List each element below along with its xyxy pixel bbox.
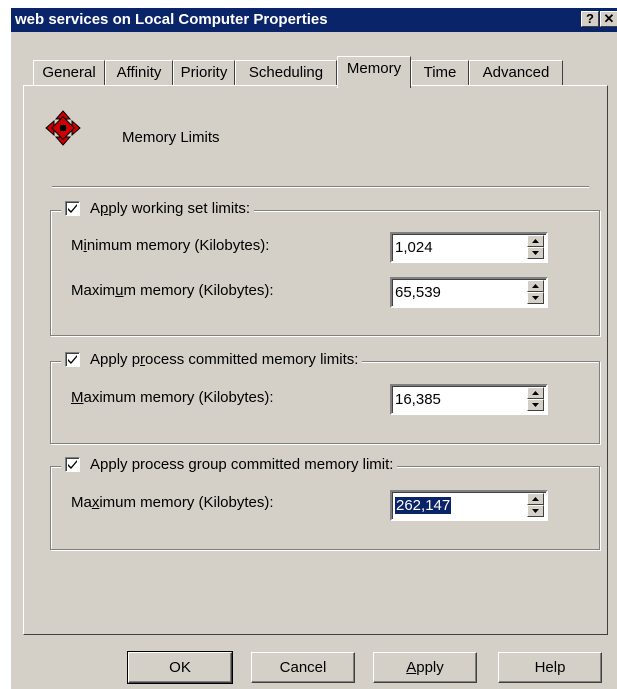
min-memory-value[interactable]: 1,024 [395, 239, 433, 256]
tab-time[interactable]: Time [411, 60, 469, 86]
tab-general[interactable]: General [33, 60, 105, 86]
memory-tab-panel: Memory Limits Apply working set limits: … [23, 85, 608, 635]
min-memory-spinbox[interactable]: 1,024 [390, 232, 548, 263]
help-dialog-button[interactable]: Help [498, 652, 602, 683]
window-title: web services on Local Computer Propertie… [15, 11, 328, 28]
group-max-memory-spinbox[interactable]: 262,147 [390, 490, 548, 521]
tab-scheduling[interactable]: Scheduling [235, 60, 337, 86]
tab-priority[interactable]: Priority [173, 60, 235, 86]
min-memory-spinner[interactable] [527, 235, 544, 260]
max-memory-value[interactable]: 65,539 [395, 284, 441, 301]
process-committed-legend: Apply process committed memory limits: [61, 351, 363, 368]
apply-button[interactable]: Apply [373, 652, 477, 683]
spin-up-arrow[interactable] [527, 235, 544, 247]
group-committed-group: Apply process group committed memory lim… [50, 456, 600, 550]
working-set-label[interactable]: Apply working set limits: [90, 200, 250, 217]
process-committed-checkbox[interactable] [65, 352, 80, 367]
max-memory-spinbox[interactable]: 65,539 [390, 277, 548, 308]
group-committed-label[interactable]: Apply process group committed memory lim… [90, 456, 393, 473]
spin-down-arrow[interactable] [527, 505, 544, 517]
close-button[interactable]: ✕ [600, 11, 617, 27]
spin-down-arrow[interactable] [527, 292, 544, 304]
spin-down-arrow[interactable] [527, 247, 544, 259]
max-memory-label: Maximum memory (Kilobytes): [71, 282, 274, 299]
process-committed-group: Apply process committed memory limits: M… [50, 351, 600, 444]
max-memory-spinner[interactable] [527, 280, 544, 305]
process-max-memory-spinner[interactable] [527, 387, 544, 412]
memory-limits-icon [45, 110, 81, 146]
group-max-memory-value[interactable]: 262,147 [395, 497, 452, 514]
spin-down-arrow[interactable] [527, 399, 544, 411]
group-committed-legend: Apply process group committed memory lim… [61, 456, 398, 473]
tab-advanced[interactable]: Advanced [469, 60, 563, 86]
tab-memory[interactable]: Memory [337, 56, 411, 88]
help-button[interactable]: ? [581, 11, 599, 27]
cancel-button[interactable]: Cancel [251, 652, 355, 683]
process-max-memory-spinbox[interactable]: 16,385 [390, 384, 548, 415]
memory-limits-title: Memory Limits [122, 129, 220, 146]
group-max-memory-spinner[interactable] [527, 493, 544, 518]
properties-dialog: web services on Local Computer Propertie… [10, 8, 617, 689]
header-separator [52, 186, 589, 188]
ok-button[interactable]: OK [127, 651, 233, 684]
group-committed-checkbox[interactable] [65, 457, 80, 472]
process-max-memory-label: Maximum memory (Kilobytes): [71, 389, 274, 406]
working-set-legend: Apply working set limits: [61, 200, 255, 217]
process-committed-label[interactable]: Apply process committed memory limits: [90, 351, 358, 368]
min-memory-label: Minimum memory (Kilobytes): [71, 237, 270, 254]
process-max-memory-value[interactable]: 16,385 [395, 391, 441, 408]
tab-affinity[interactable]: Affinity [105, 60, 173, 86]
working-set-checkbox[interactable] [65, 201, 80, 216]
group-max-memory-label: Maximum memory (Kilobytes): [71, 494, 274, 511]
title-bar[interactable]: web services on Local Computer Propertie… [11, 8, 617, 32]
spin-up-arrow[interactable] [527, 387, 544, 399]
working-set-group: Apply working set limits: Minimum memory… [50, 200, 600, 336]
spin-up-arrow[interactable] [527, 280, 544, 292]
spin-up-arrow[interactable] [527, 493, 544, 505]
